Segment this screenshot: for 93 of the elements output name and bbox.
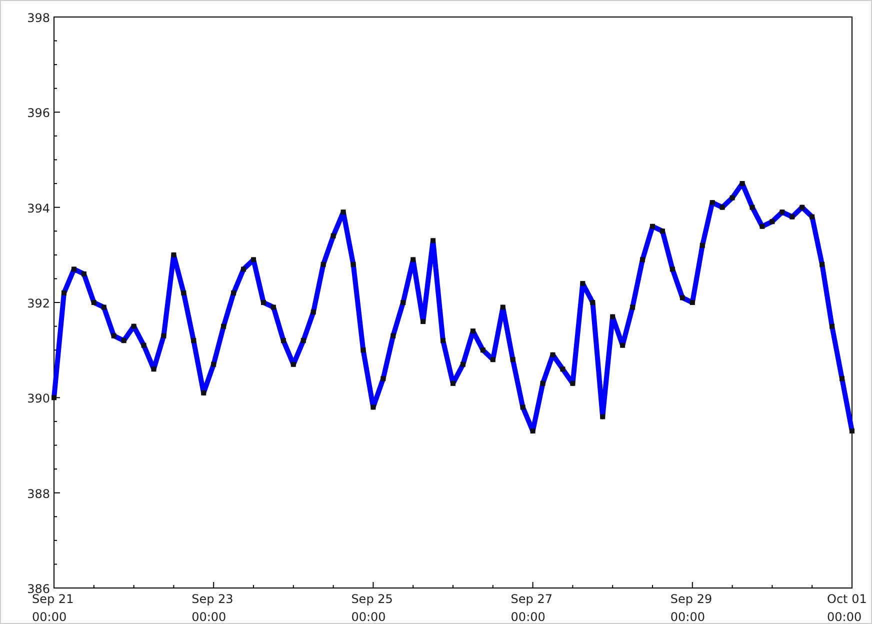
data-point xyxy=(330,233,336,238)
data-point xyxy=(640,257,646,262)
tick-label: Sep 21 00:00 xyxy=(32,592,74,623)
tick-label: 396 xyxy=(27,106,50,120)
data-point xyxy=(221,324,226,329)
data-point xyxy=(800,204,805,210)
data-point xyxy=(440,338,446,344)
data-point xyxy=(550,352,556,358)
tick-label: Sep 27 00:00 xyxy=(510,592,552,623)
data-point xyxy=(111,333,116,338)
data-point xyxy=(680,295,685,300)
data-point xyxy=(760,224,765,229)
data-point xyxy=(710,200,715,206)
data-point xyxy=(231,290,236,296)
data-point xyxy=(370,404,376,410)
data-point xyxy=(490,357,496,362)
data-point xyxy=(670,266,675,272)
data-point xyxy=(700,242,705,248)
tick-label: 398 xyxy=(27,11,50,25)
data-point xyxy=(720,204,725,210)
tick-label: Sep 29 00:00 xyxy=(670,592,712,623)
tick-label: Oct 01 00:00 xyxy=(827,592,867,623)
data-point xyxy=(560,366,566,372)
data-point xyxy=(251,257,256,262)
data-point xyxy=(450,380,456,386)
data-point xyxy=(510,357,516,362)
data-point xyxy=(740,181,745,186)
data-point xyxy=(540,380,546,386)
data-point xyxy=(340,210,346,215)
data-point xyxy=(770,219,775,224)
data-point xyxy=(380,376,386,382)
tick-label: Sep 25 00:00 xyxy=(351,592,393,623)
data-point xyxy=(590,300,596,305)
data-point xyxy=(181,290,186,296)
data-point xyxy=(191,338,196,344)
data-point xyxy=(241,266,246,272)
data-point xyxy=(290,362,296,367)
data-point xyxy=(320,262,326,267)
tick-label: 394 xyxy=(27,201,50,216)
data-point xyxy=(650,224,655,229)
data-point xyxy=(280,338,286,344)
data-point xyxy=(270,304,276,310)
data-point xyxy=(480,348,486,353)
data-point xyxy=(410,257,416,262)
data-point xyxy=(131,324,136,329)
data-point xyxy=(620,342,626,348)
data-point xyxy=(390,333,396,338)
data-point xyxy=(750,204,755,210)
tick-label: 390 xyxy=(27,392,50,406)
data-point xyxy=(161,333,166,338)
data-point xyxy=(790,214,795,220)
data-point xyxy=(141,342,146,348)
data-point xyxy=(570,380,576,386)
data-point xyxy=(400,300,406,305)
data-point xyxy=(430,238,436,244)
data-point xyxy=(460,362,466,367)
data-point xyxy=(630,304,636,310)
data-point xyxy=(730,195,735,200)
data-point xyxy=(81,271,86,276)
data-point xyxy=(850,428,854,434)
data-point xyxy=(91,300,96,305)
data-point xyxy=(520,404,526,410)
data-point xyxy=(211,362,216,367)
data-point xyxy=(840,376,845,382)
data-point xyxy=(420,319,426,324)
data-point xyxy=(260,300,266,305)
data-point xyxy=(660,228,665,234)
data-point xyxy=(470,328,476,334)
data-point xyxy=(121,338,126,344)
data-point xyxy=(610,314,616,320)
data-point xyxy=(830,324,835,329)
data-point xyxy=(780,210,785,215)
data-point xyxy=(820,262,825,267)
data-point xyxy=(530,428,536,434)
data-point xyxy=(580,280,586,286)
data-point xyxy=(71,266,76,272)
data-point xyxy=(310,310,316,315)
data-point xyxy=(61,290,66,296)
data-point xyxy=(300,338,306,344)
data-point xyxy=(600,414,606,420)
tick-label: 388 xyxy=(27,486,50,501)
data-point xyxy=(101,304,106,310)
data-point xyxy=(350,262,356,267)
data-point xyxy=(500,304,506,310)
data-point xyxy=(690,300,695,305)
data-point xyxy=(52,395,56,400)
tick-label: 392 xyxy=(27,296,50,310)
data-point xyxy=(810,214,815,220)
data-point xyxy=(360,348,366,353)
tick-label: Sep 23 00:00 xyxy=(192,592,234,623)
data-point xyxy=(201,390,206,396)
data-point xyxy=(171,252,176,258)
data-point xyxy=(151,366,156,372)
